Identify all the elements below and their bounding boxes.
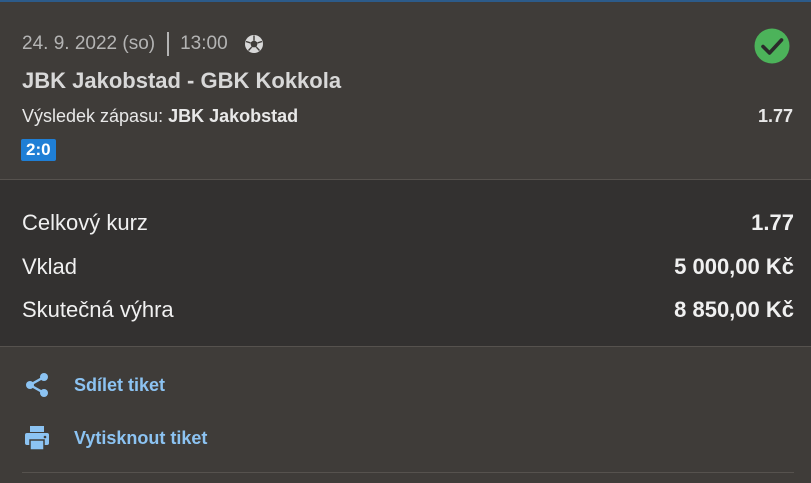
bottom-divider — [22, 472, 794, 473]
event-date: 24. 9. 2022 (so) — [22, 33, 156, 54]
event-time: 13:00 — [180, 33, 228, 54]
check-circle-icon — [754, 28, 790, 64]
stake-value: 5 000,00 Kč — [674, 254, 794, 279]
share-ticket-label: Sdílet tiket — [74, 374, 166, 395]
stake-label: Vklad — [22, 254, 78, 279]
ticket-summary: Celkový kurz 1.77 Vklad 5 000,00 Kč Skut… — [0, 180, 811, 346]
selection-odds: 1.77 — [757, 106, 793, 126]
ticket-actions: Sdílet tiket Vytisknout tiket — [0, 347, 811, 483]
meta-separator — [167, 32, 170, 56]
total-odds-label: Celkový kurz — [22, 210, 148, 235]
soccer-ball-icon — [244, 34, 264, 54]
market-label: Výsledek zápasu: — [22, 106, 164, 126]
market-line: Výsledek zápasu: JBK Jakobstad — [22, 106, 298, 127]
share-icon — [26, 373, 48, 397]
printer-icon — [25, 426, 49, 451]
event-card: 24. 9. 2022 (so) 13:00 JBK Jakobstad - G… — [0, 2, 811, 178]
actual-win-label: Skutečná výhra — [22, 297, 174, 322]
selection-name: JBK Jakobstad — [168, 106, 299, 126]
share-ticket-button[interactable]: Sdílet tiket — [22, 370, 165, 400]
print-ticket-button[interactable]: Vytisknout tiket — [22, 423, 207, 453]
total-odds-value: 1.77 — [751, 210, 794, 235]
match-title: JBK Jakobstad - GBK Kokkola — [22, 68, 342, 93]
actual-win-value: 8 850,00 Kč — [674, 297, 794, 322]
print-ticket-label: Vytisknout tiket — [74, 427, 208, 448]
score-badge: 2:0 — [21, 139, 56, 161]
event-meta: 24. 9. 2022 (so) 13:00 — [22, 32, 264, 56]
